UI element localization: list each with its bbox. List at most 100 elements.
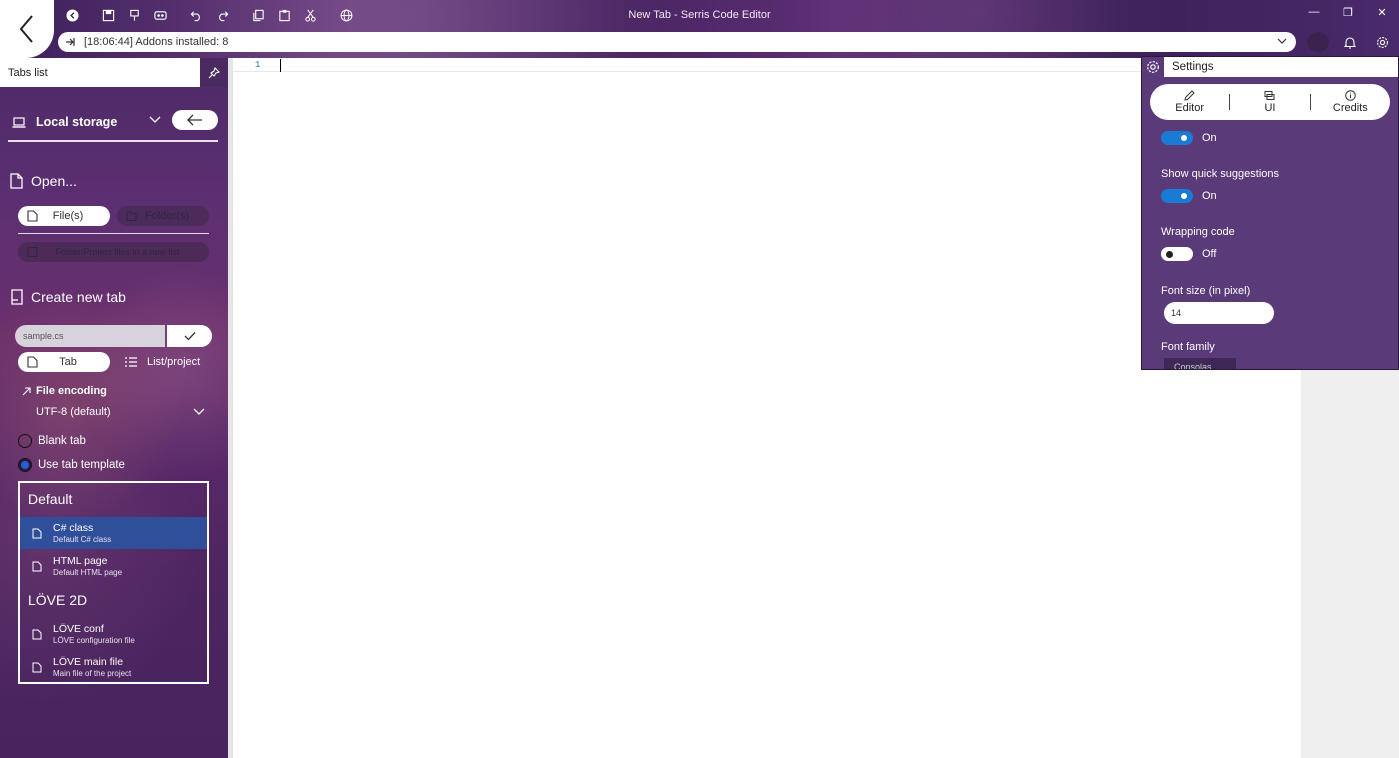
cut-icon[interactable] [298, 6, 322, 24]
tab-credits[interactable]: Credits [1311, 90, 1390, 114]
file-icon [27, 356, 38, 368]
radio-circle-selected [18, 458, 32, 472]
font-family-select[interactable]: Consolas [1164, 358, 1236, 369]
font-size-label: Font size (in pixel) [1161, 285, 1251, 297]
settings-title: Settings [1172, 61, 1214, 73]
list-folder-icon [27, 246, 38, 258]
template-group-title: Default [28, 491, 73, 507]
template-title: C# class [53, 522, 94, 534]
confirm-filename-button[interactable] [167, 325, 212, 347]
tab-credits-label: Credits [1332, 102, 1368, 114]
template-subtitle: LÖVE configuration file [53, 636, 135, 645]
template-title: HTML page [53, 555, 108, 567]
copy-icon[interactable] [246, 6, 270, 24]
save-all-icon[interactable] [148, 6, 172, 24]
bell-icon[interactable] [1339, 32, 1361, 52]
chevron-down-icon[interactable] [1276, 35, 1288, 47]
template-title: LÖVE main file [53, 656, 124, 668]
open-folders-button[interactable]: Folder(s) [117, 206, 209, 226]
blank-tab-label: Blank tab [38, 435, 86, 447]
encoding-label: File encoding [22, 385, 107, 397]
encoding-label-text: File encoding [36, 385, 107, 397]
check-icon [184, 332, 195, 341]
folder-icon [126, 211, 137, 222]
open-folder-project-label: Folder/Project files in a new list [55, 247, 180, 257]
template-item[interactable]: C# class Default C# class [20, 517, 207, 549]
font-size-input[interactable]: 14 [1164, 302, 1274, 324]
tabs-list-panel: Tabs list Local storage Open... File(s) … [0, 58, 228, 758]
create-list-project-button[interactable]: List/project [125, 356, 200, 368]
close-button[interactable]: ✕ [1365, 0, 1399, 24]
addon-icon [66, 38, 75, 46]
template-title: LÖVE conf [53, 623, 104, 635]
ui-icon [1264, 91, 1275, 100]
divider [18, 233, 209, 234]
encoding-icon [22, 386, 31, 395]
template-item[interactable]: HTML page Default HTML page [20, 550, 207, 582]
app-logo-icon[interactable] [60, 6, 84, 24]
create-title-text: Create new tab [31, 289, 126, 305]
blank-tab-radio[interactable]: Blank tab [18, 434, 86, 448]
arrow-left-icon [187, 114, 202, 126]
template-subtitle: Default HTML page [53, 568, 123, 577]
line-number: 1 [255, 60, 261, 70]
save-icon[interactable] [96, 6, 120, 24]
template-item[interactable]: LÖVE main file Main file of the project [20, 651, 207, 683]
wrapping-toggle-row[interactable]: Off [1161, 247, 1216, 261]
toolbar [60, 6, 360, 24]
open-files-button[interactable]: File(s) [18, 206, 110, 226]
chevron-down-icon[interactable] [192, 405, 206, 419]
tab-editor[interactable]: Editor [1150, 90, 1229, 114]
list-project-label: List/project [147, 356, 201, 368]
use-template-radio[interactable]: Use tab template [18, 458, 125, 472]
tab-ui-label: UI [1264, 102, 1276, 114]
close-panel-button[interactable] [172, 110, 218, 130]
chevron-down-icon[interactable] [148, 113, 162, 127]
create-tab-button[interactable]: Tab [18, 352, 110, 372]
wrapping-toggle[interactable] [1161, 247, 1193, 261]
user-avatar[interactable] [1307, 32, 1329, 52]
quick-suggestions-toggle[interactable] [1161, 189, 1193, 203]
quick-suggestions-toggle-row[interactable]: On [1161, 189, 1217, 203]
storage-label: Local storage [36, 115, 118, 129]
divider [8, 140, 218, 142]
quick-suggestions-label: Show quick suggestions [1161, 168, 1280, 180]
info-icon [1345, 90, 1356, 101]
filename-input[interactable]: sample.cs [15, 325, 165, 347]
tab-editor-label: Editor [1175, 102, 1205, 114]
redo-icon[interactable] [210, 6, 234, 24]
encoding-select-value[interactable]: UTF-8 (default) [36, 406, 111, 418]
font-family-label: Font family [1161, 341, 1215, 353]
tabs-list-title: Tabs list [8, 67, 48, 79]
toggle-state: On [1202, 132, 1217, 144]
top-right-icons [1307, 32, 1393, 52]
save-as-icon[interactable] [122, 6, 146, 24]
setting-toggle-row[interactable]: On [1161, 131, 1217, 145]
back-button[interactable] [0, 0, 54, 58]
tab-ui[interactable]: UI [1230, 90, 1309, 114]
toggle-switch[interactable] [1161, 131, 1193, 145]
web-globe-icon[interactable] [334, 6, 358, 24]
gear-icon[interactable] [1371, 32, 1393, 52]
open-title-text: Open... [31, 173, 77, 189]
storage-selector[interactable]: Local storage [12, 110, 218, 134]
notification-bar[interactable]: [18:06:44] Addons installed: 8 [58, 32, 1296, 52]
minimize-button[interactable]: — [1297, 0, 1331, 24]
list-icon [125, 357, 137, 367]
toggle-state: On [1202, 190, 1217, 202]
template-item[interactable]: LÖVE conf LÖVE configuration file [20, 618, 207, 650]
file-icon [32, 561, 42, 571]
file-open-icon [10, 173, 23, 189]
open-folders-label: Folder(s) [144, 210, 189, 222]
restore-button[interactable]: ❐ [1331, 0, 1365, 24]
open-folder-project-button[interactable]: Folder/Project files in a new list [18, 242, 209, 262]
paste-icon[interactable] [272, 6, 296, 24]
create-tab-label: Tab [59, 356, 77, 368]
undo-icon[interactable] [184, 6, 208, 24]
pin-icon[interactable] [200, 58, 228, 87]
file-icon [32, 662, 42, 672]
toggle-state: Off [1202, 248, 1217, 260]
template-group-title: LÖVE 2D [28, 592, 88, 608]
pencil-icon [1184, 90, 1195, 101]
settings-panel: Settings Editor UI Credits On Show quick… [1141, 56, 1399, 370]
